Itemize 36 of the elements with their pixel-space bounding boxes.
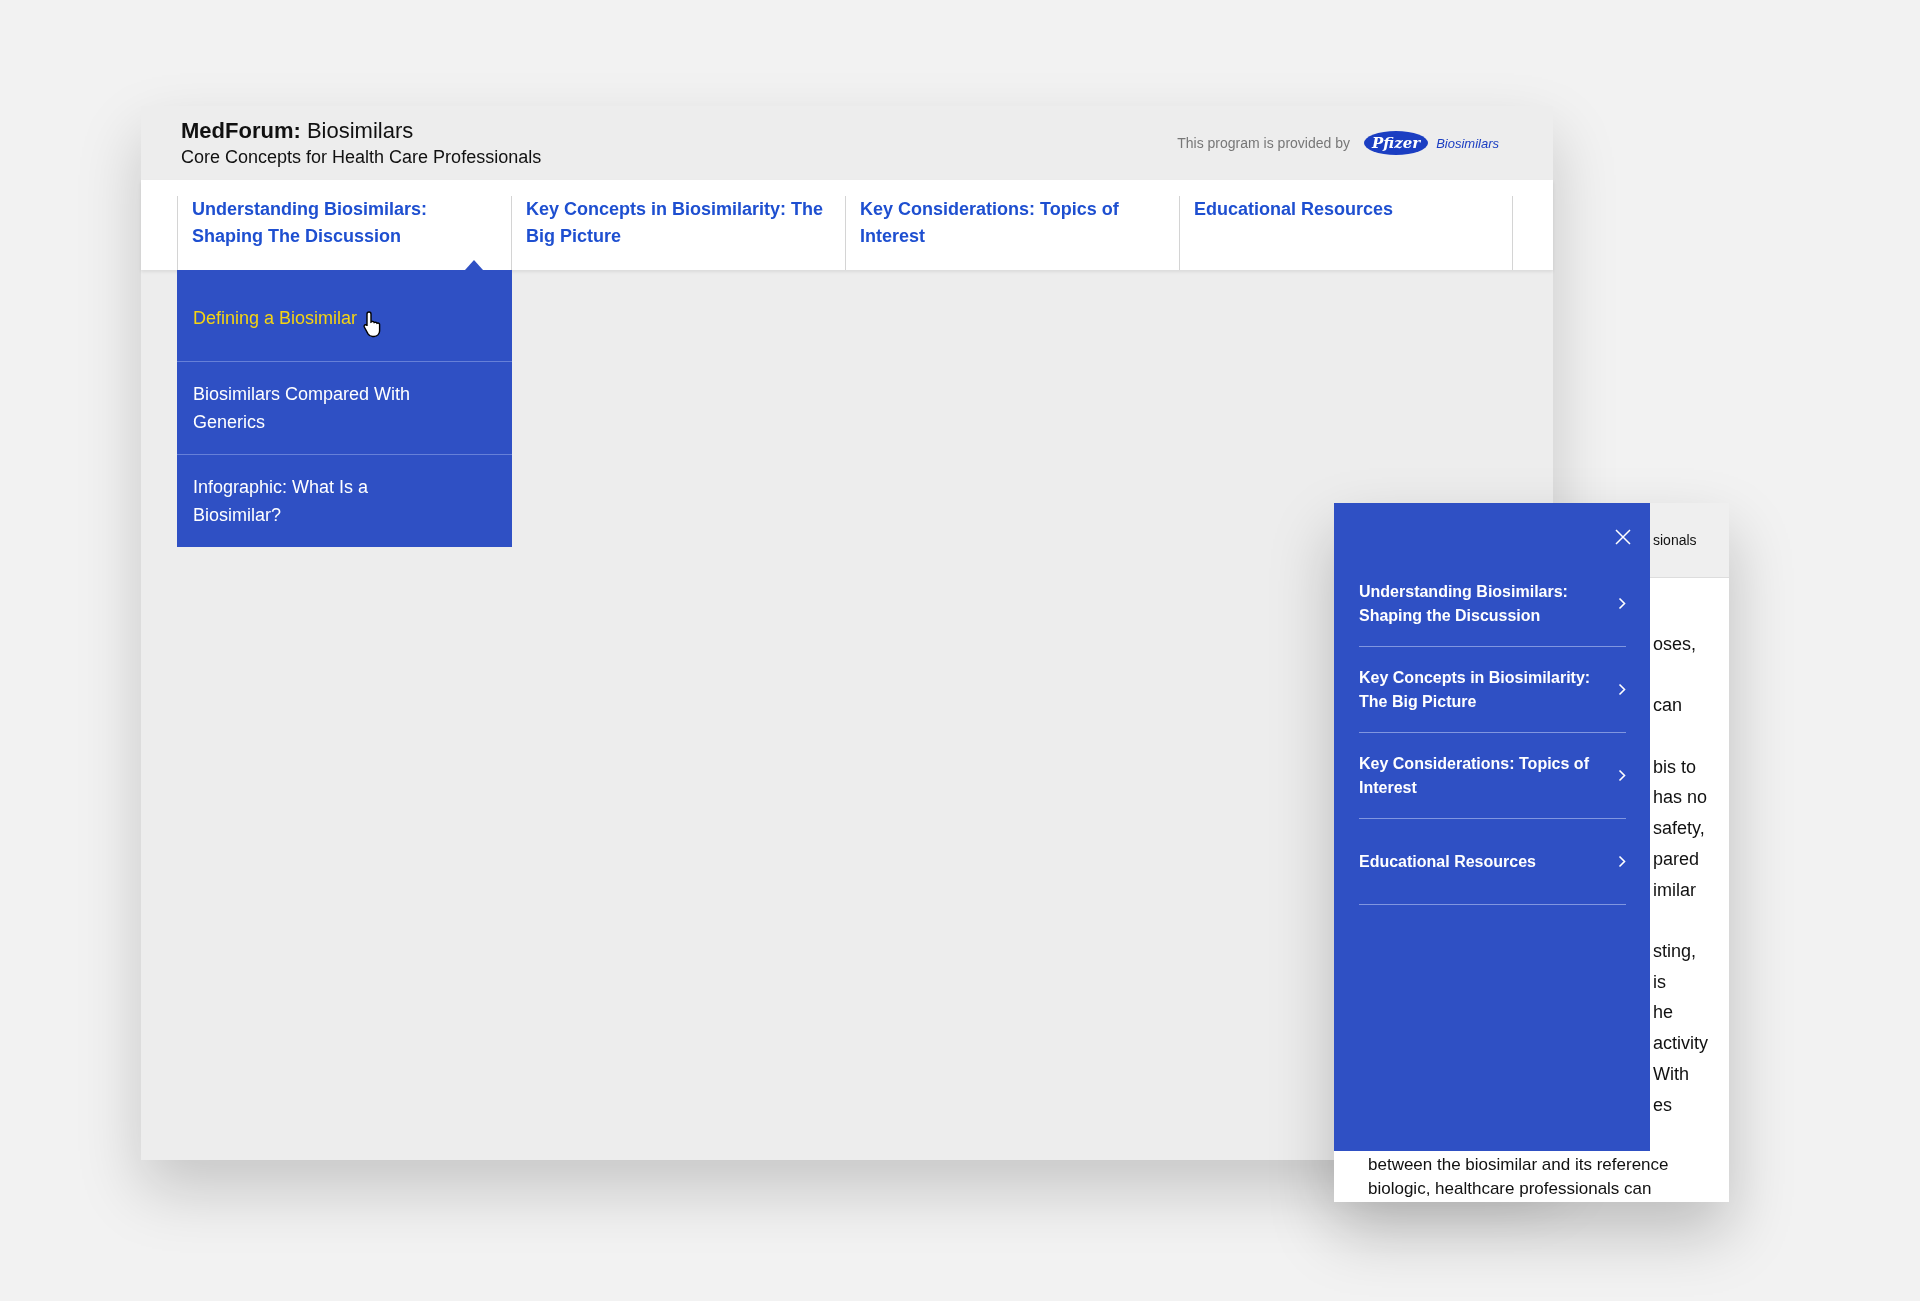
mobile-menu-item[interactable]: Key Considerations: Topics of Interest: [1359, 733, 1626, 819]
body-text: pared: [1653, 847, 1701, 871]
body-text: has no: [1653, 786, 1709, 810]
mobile-menu-item[interactable]: Understanding Biosimilars: Shaping the Discussion: [1359, 561, 1626, 647]
mobile-menu-item[interactable]: Educational Resources: [1359, 819, 1626, 905]
mobile-menu-item[interactable]: Key Concepts in Biosimilarity: The Big Picture: [1359, 647, 1626, 733]
chevron-icon: [1618, 597, 1626, 610]
chevron-icon: [1618, 683, 1626, 696]
sponsor-logo-text: Biosimilars: [1436, 135, 1499, 151]
chevron-icon: [1618, 769, 1626, 782]
body-text: can: [1653, 694, 1684, 718]
dropdown-item[interactable]: Biosimilars Compared With Generics: [193, 380, 443, 436]
nav-tab[interactable]: Key Concepts in Biosimilarity: The Big Picture: [511, 196, 845, 270]
body-text: sting,: [1653, 940, 1698, 963]
body-text: he: [1653, 1001, 1675, 1025]
site-subtitle: Core Concepts for Health Care Professionals: [181, 147, 542, 168]
body-text: is: [1653, 970, 1667, 994]
body-text: biologic, healthcare professionals can: [1368, 1178, 1653, 1200]
dropdown-item[interactable]: Infographic: What Is a Biosimilar?: [193, 473, 443, 529]
body-text: safety,: [1653, 817, 1706, 841]
body-text: imilar: [1653, 878, 1697, 902]
body-text: activity: [1653, 1032, 1709, 1056]
nav-tab[interactable]: Educational Resources: [1179, 196, 1513, 270]
close-icon[interactable]: [1615, 529, 1631, 545]
sponsor-logo: Pfizer: [1364, 131, 1429, 155]
sponsor-text: This program is provided by: [1177, 135, 1350, 151]
header-text: sionals: [1653, 532, 1697, 548]
body-text: bis to: [1653, 755, 1698, 779]
body-text: es: [1653, 1093, 1673, 1117]
chevron-icon: [1618, 855, 1626, 868]
body-text: between the biosimilar and its reference: [1368, 1154, 1669, 1176]
nav-tab[interactable]: Key Considerations: Topics of Interest: [845, 196, 1179, 270]
body-text: oses,: [1653, 633, 1698, 656]
site-title: MedForum: Biosimilars: [181, 118, 415, 144]
dropdown-item[interactable]: Defining a Biosimilar: [193, 304, 358, 332]
body-text: With: [1653, 1062, 1690, 1086]
